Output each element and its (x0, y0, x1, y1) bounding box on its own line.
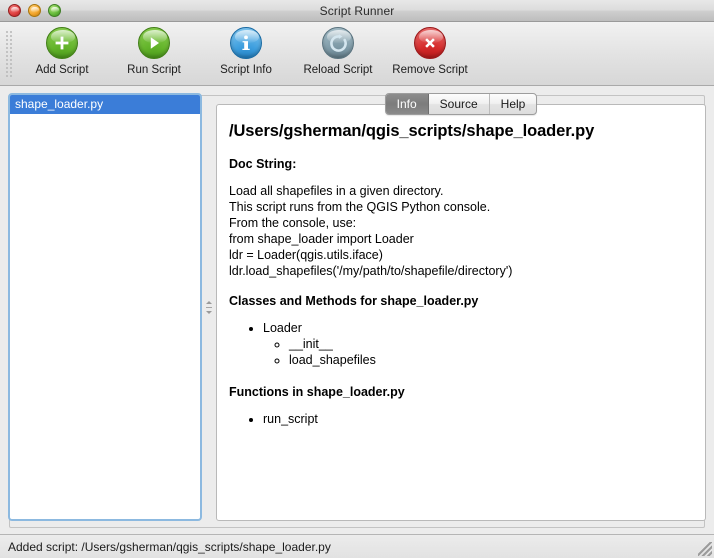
splitter-line (206, 306, 212, 308)
main-content: shape_loader.py Info Source Help /Users/… (0, 86, 714, 534)
splitter-arrow-down-icon (206, 310, 212, 314)
class-list: Loader __init__ load_shapefiles (229, 320, 693, 368)
functions-heading: Functions in shape_loader.py (229, 385, 405, 400)
add-script-label: Add Script (35, 64, 89, 76)
script-list-item-label: shape_loader.py (15, 97, 104, 111)
status-bar: Added script: /Users/gsherman/qgis_scrip… (0, 534, 714, 558)
method-list-item: load_shapefiles (289, 352, 693, 368)
function-list: run_script (229, 411, 693, 427)
tab-bar: Info Source Help (216, 93, 706, 115)
method-list: __init__ load_shapefiles (263, 336, 693, 368)
zoom-window-icon[interactable] (48, 4, 61, 17)
docstring-line: from shape_loader import Loader (229, 232, 414, 247)
reload-script-button[interactable]: Reload Script (292, 22, 384, 76)
class-list-item: Loader __init__ load_shapefiles (263, 320, 693, 368)
resize-grip-icon[interactable] (698, 542, 712, 556)
tab-group: Info Source Help (384, 93, 538, 115)
script-list[interactable]: shape_loader.py (8, 93, 202, 521)
tab-info[interactable]: Info (385, 94, 429, 114)
split-pane: shape_loader.py Info Source Help /Users/… (8, 93, 706, 521)
script-info-button[interactable]: Script Info (200, 22, 292, 76)
docstring-line: This script runs from the QGIS Python co… (229, 200, 491, 215)
add-script-button[interactable]: Add Script (16, 22, 108, 76)
info-tab-panel: Info Source Help /Users/gsherman/qgis_sc… (216, 93, 706, 521)
splitter-grip-icon[interactable] (205, 294, 213, 320)
play-circle-icon (138, 27, 170, 59)
remove-script-label: Remove Script (392, 64, 468, 76)
script-path-heading: /Users/gsherman/qgis_scripts/shape_loade… (229, 122, 595, 140)
script-info-label: Script Info (220, 64, 272, 76)
reload-script-label: Reload Script (303, 64, 373, 76)
plus-circle-icon (46, 27, 78, 59)
docstring-body: Load all shapefiles in a given directory… (229, 183, 693, 279)
script-runner-window: Script Runner Add Script Run Script Scri… (0, 0, 714, 558)
toolbar-drag-handle[interactable] (5, 30, 12, 78)
reload-circle-icon (322, 27, 354, 59)
script-info-document: /Users/gsherman/qgis_scripts/shape_loade… (217, 105, 705, 441)
window-title: Script Runner (319, 3, 395, 18)
run-script-button[interactable]: Run Script (108, 22, 200, 76)
window-titlebar: Script Runner (0, 0, 714, 22)
function-list-item: run_script (263, 411, 693, 427)
pane-splitter[interactable] (202, 93, 216, 521)
docstring-heading: Doc String: (229, 157, 297, 172)
docstring-line: Load all shapefiles in a given directory… (229, 184, 444, 199)
class-name: Loader (263, 321, 302, 336)
status-message: Added script: /Users/gsherman/qgis_scrip… (8, 539, 331, 554)
list-item[interactable]: shape_loader.py (10, 95, 200, 114)
close-window-icon[interactable] (8, 4, 21, 17)
method-list-item: __init__ (289, 336, 693, 352)
tab-help[interactable]: Help (490, 94, 537, 114)
minimize-window-icon[interactable] (28, 4, 41, 17)
run-script-label: Run Script (127, 64, 181, 76)
tab-source[interactable]: Source (429, 94, 490, 114)
main-toolbar: Add Script Run Script Script Info Reload… (0, 22, 714, 86)
docstring-line: ldr.load_shapefiles('/my/path/to/shapefi… (229, 264, 513, 279)
traffic-light-group (8, 4, 61, 17)
tab-content-info: /Users/gsherman/qgis_scripts/shape_loade… (216, 104, 706, 521)
docstring-line: ldr = Loader(qgis.utils.iface) (229, 248, 383, 263)
docstring-line: From the console, use: (229, 216, 357, 231)
remove-script-button[interactable]: Remove Script (384, 22, 476, 76)
classes-heading: Classes and Methods for shape_loader.py (229, 294, 479, 309)
info-circle-icon (230, 27, 262, 59)
splitter-arrow-up-icon (206, 300, 212, 304)
remove-circle-icon (414, 27, 446, 59)
